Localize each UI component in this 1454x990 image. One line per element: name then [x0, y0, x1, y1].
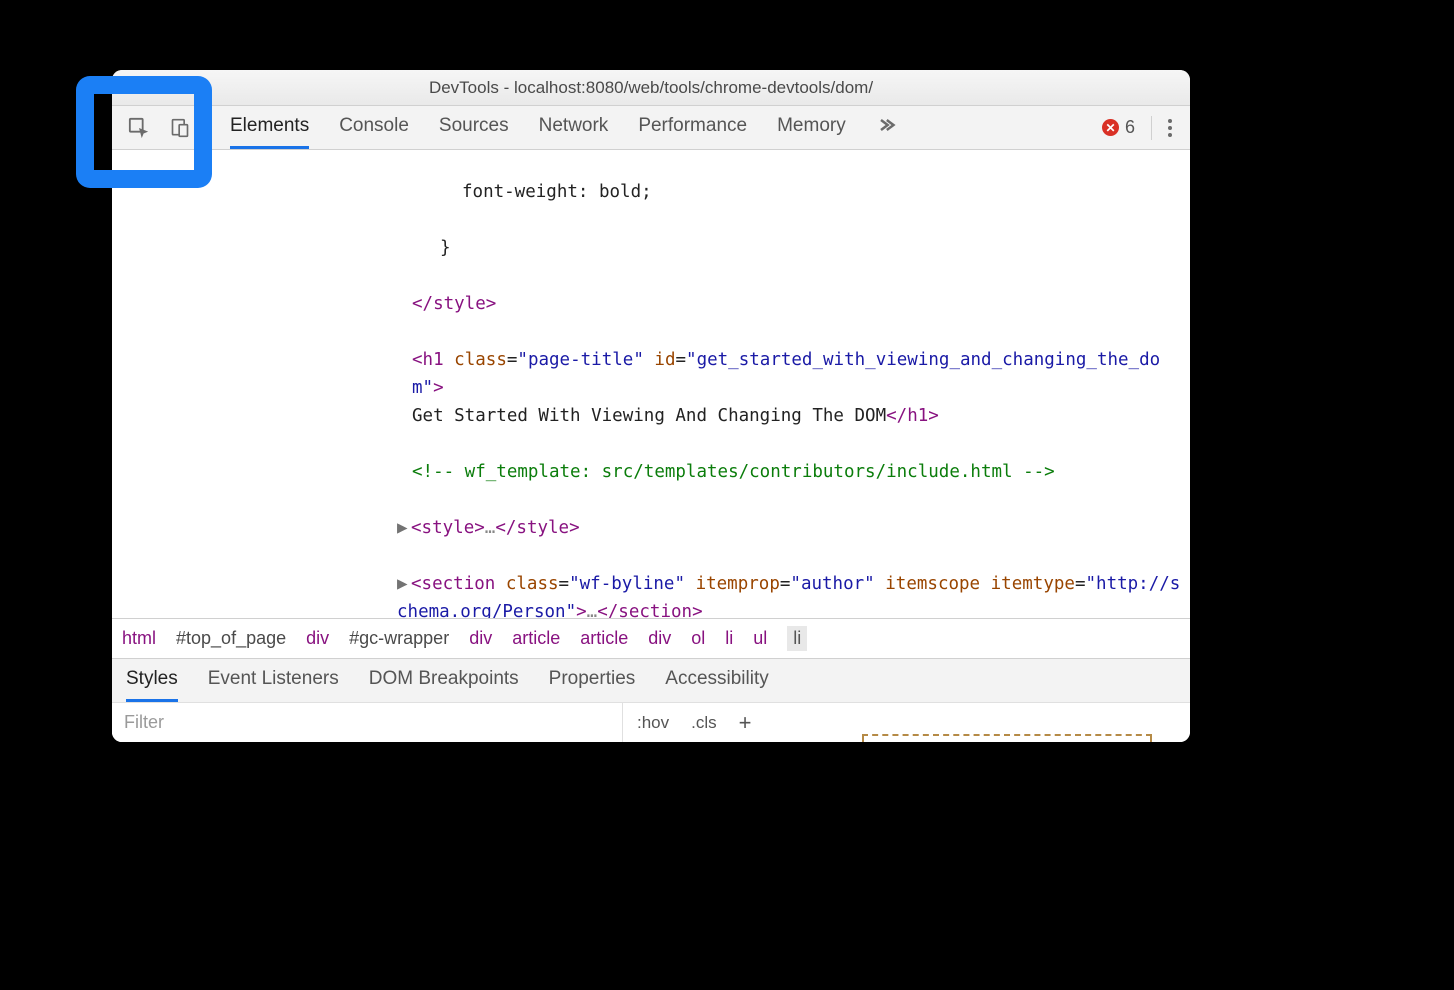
- tab-dom-breakpoints[interactable]: DOM Breakpoints: [369, 659, 519, 702]
- breadcrumb-item[interactable]: #top_of_page: [176, 628, 286, 649]
- dom-line[interactable]: <!-- wf_template: src/templates/contribu…: [312, 458, 1190, 486]
- margin-box-outline: [862, 734, 1152, 742]
- main-toolbar: Elements Console Sources Network Perform…: [112, 106, 1190, 150]
- tab-properties[interactable]: Properties: [549, 659, 636, 702]
- dom-line[interactable]: }: [312, 234, 1190, 262]
- breadcrumb-item[interactable]: html: [122, 628, 156, 649]
- error-icon: ✕: [1102, 119, 1119, 136]
- styles-tabbar: Styles Event Listeners DOM Breakpoints P…: [112, 658, 1190, 702]
- breadcrumb: html #top_of_page div #gc-wrapper div ar…: [112, 618, 1190, 658]
- breadcrumb-item[interactable]: #gc-wrapper: [349, 628, 449, 649]
- styles-filter-row: :hov .cls +: [112, 702, 1190, 742]
- error-count-badge[interactable]: ✕ 6: [1102, 117, 1135, 138]
- dom-line[interactable]: ▶<style>…</style>: [312, 514, 1190, 542]
- inspect-element-icon[interactable]: [124, 113, 154, 143]
- error-count: 6: [1125, 117, 1135, 138]
- styles-filter-input[interactable]: [112, 703, 622, 742]
- tab-event-listeners[interactable]: Event Listeners: [208, 659, 339, 702]
- device-toolbar-icon[interactable]: [165, 113, 195, 143]
- hov-toggle[interactable]: :hov: [637, 713, 669, 733]
- breadcrumb-item[interactable]: li: [725, 628, 733, 649]
- close-window-button[interactable]: [126, 80, 140, 94]
- titlebar: DevTools - localhost:8080/web/tools/chro…: [112, 70, 1190, 106]
- tab-accessibility[interactable]: Accessibility: [665, 659, 768, 702]
- more-tabs-icon[interactable]: [876, 115, 896, 140]
- breadcrumb-item[interactable]: ol: [691, 628, 705, 649]
- tab-performance[interactable]: Performance: [638, 106, 747, 149]
- dom-line[interactable]: <h1 class="page-title" id="get_started_w…: [312, 346, 1190, 430]
- cls-toggle[interactable]: .cls: [691, 713, 717, 733]
- window-title: DevTools - localhost:8080/web/tools/chro…: [429, 78, 873, 98]
- devtools-window: DevTools - localhost:8080/web/tools/chro…: [112, 70, 1190, 742]
- breadcrumb-item[interactable]: div: [306, 628, 329, 649]
- tab-console[interactable]: Console: [339, 106, 409, 149]
- dom-line[interactable]: font-weight: bold;: [312, 178, 1190, 206]
- separator: [1151, 116, 1152, 140]
- dom-line[interactable]: </style>: [312, 290, 1190, 318]
- minimize-window-button[interactable]: [148, 80, 162, 94]
- breadcrumb-item[interactable]: article: [512, 628, 560, 649]
- tab-sources[interactable]: Sources: [439, 106, 509, 149]
- dom-line[interactable]: ▶<section class="wf-byline" itemprop="au…: [312, 570, 1190, 618]
- breadcrumb-item[interactable]: div: [469, 628, 492, 649]
- tab-network[interactable]: Network: [539, 106, 609, 149]
- breadcrumb-item[interactable]: ul: [753, 628, 767, 649]
- panel-tabs: Elements Console Sources Network Perform…: [208, 106, 1102, 149]
- box-model-area: [766, 703, 1191, 742]
- zoom-window-button[interactable]: [170, 80, 184, 94]
- settings-menu-icon[interactable]: [1168, 119, 1172, 137]
- tab-elements[interactable]: Elements: [230, 106, 309, 149]
- new-style-rule-icon[interactable]: +: [739, 710, 752, 736]
- window-controls: [126, 80, 184, 94]
- tab-memory[interactable]: Memory: [777, 106, 846, 149]
- breadcrumb-item[interactable]: div: [648, 628, 671, 649]
- tab-styles[interactable]: Styles: [126, 659, 178, 702]
- breadcrumb-item[interactable]: article: [580, 628, 628, 649]
- elements-panel[interactable]: font-weight: bold; } </style> <h1 class=…: [112, 150, 1190, 618]
- breadcrumb-item-current[interactable]: li: [787, 626, 807, 651]
